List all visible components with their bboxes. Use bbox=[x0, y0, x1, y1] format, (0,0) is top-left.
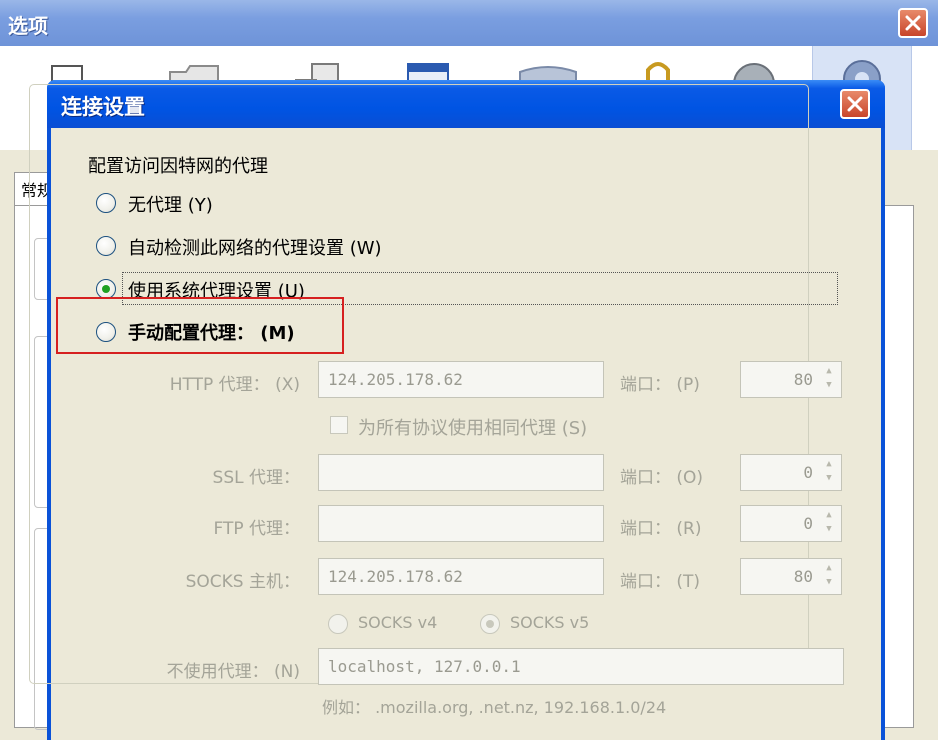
no-proxy-for-input[interactable]: localhost, 127.0.0.1 bbox=[318, 648, 844, 685]
close-icon bbox=[905, 15, 921, 31]
auto-detect-radio[interactable] bbox=[96, 236, 116, 256]
ftp-proxy-label: FTP 代理： bbox=[213, 519, 300, 539]
ssl-port-label: 端口： (O) bbox=[620, 468, 704, 488]
socks-host-input[interactable]: 124.205.178.62 bbox=[318, 558, 604, 595]
options-close-button[interactable] bbox=[898, 8, 928, 38]
dialog-close-button[interactable] bbox=[840, 89, 870, 119]
no-proxy-for-label: 不使用代理： (N) bbox=[166, 662, 300, 682]
http-port-value: 80 bbox=[793, 370, 813, 389]
socks-v4-radio[interactable] bbox=[328, 614, 348, 634]
ftp-port-label: 端口： (R) bbox=[620, 519, 702, 539]
spinner-arrows-icon[interactable]: ▲ ▼ bbox=[819, 561, 839, 592]
spinner-arrows-icon[interactable]: ▲ ▼ bbox=[819, 457, 839, 488]
auto-detect-label[interactable]: 自动检测此网络的代理设置 (W) bbox=[128, 234, 382, 260]
no-proxy-label[interactable]: 无代理 (Y) bbox=[128, 191, 213, 217]
close-icon bbox=[847, 96, 863, 112]
manual-proxy-label[interactable]: 手动配置代理： (M) bbox=[128, 319, 295, 345]
ssl-port-spinner[interactable]: 0 ▲ ▼ bbox=[740, 454, 842, 491]
http-port-label: 端口： (P) bbox=[620, 375, 700, 395]
ftp-port-value: 0 bbox=[803, 514, 813, 533]
socks-port-value: 80 bbox=[793, 567, 813, 586]
socks-v5-radio[interactable] bbox=[480, 614, 500, 634]
proxy-group-label: 配置访问因特网的代理 bbox=[86, 152, 272, 178]
socks-v4-label[interactable]: SOCKS v4 bbox=[358, 613, 437, 632]
socks-v5-label[interactable]: SOCKS v5 bbox=[510, 613, 589, 632]
spinner-arrows-icon[interactable]: ▲ ▼ bbox=[819, 508, 839, 539]
options-window-titlebar: 选项 bbox=[0, 0, 938, 46]
http-proxy-label: HTTP 代理： (X) bbox=[169, 375, 300, 395]
ftp-port-spinner[interactable]: 0 ▲ ▼ bbox=[740, 505, 842, 542]
no-proxy-example-hint: 例如： .mozilla.org, .net.nz, 192.168.1.0/2… bbox=[322, 698, 667, 717]
ftp-proxy-input[interactable] bbox=[318, 505, 604, 542]
ssl-proxy-input[interactable] bbox=[318, 454, 604, 491]
same-proxy-checkbox[interactable] bbox=[330, 416, 348, 434]
spinner-arrows-icon[interactable]: ▲ ▼ bbox=[819, 364, 839, 395]
same-proxy-label[interactable]: 为所有协议使用相同代理 (S) bbox=[358, 414, 587, 440]
options-window-title: 选项 bbox=[8, 14, 48, 38]
manual-proxy-radio[interactable] bbox=[96, 322, 116, 342]
socks-port-label: 端口： (T) bbox=[620, 572, 701, 592]
ssl-proxy-label: SSL 代理： bbox=[212, 468, 300, 488]
system-proxy-radio[interactable] bbox=[96, 279, 116, 299]
ssl-port-value: 0 bbox=[803, 463, 813, 482]
socks-port-spinner[interactable]: 80 ▲ ▼ bbox=[740, 558, 842, 595]
http-port-spinner[interactable]: 80 ▲ ▼ bbox=[740, 361, 842, 398]
no-proxy-radio[interactable] bbox=[96, 193, 116, 213]
socks-host-label: SOCKS 主机： bbox=[185, 572, 300, 592]
http-proxy-input[interactable]: 124.205.178.62 bbox=[318, 361, 604, 398]
